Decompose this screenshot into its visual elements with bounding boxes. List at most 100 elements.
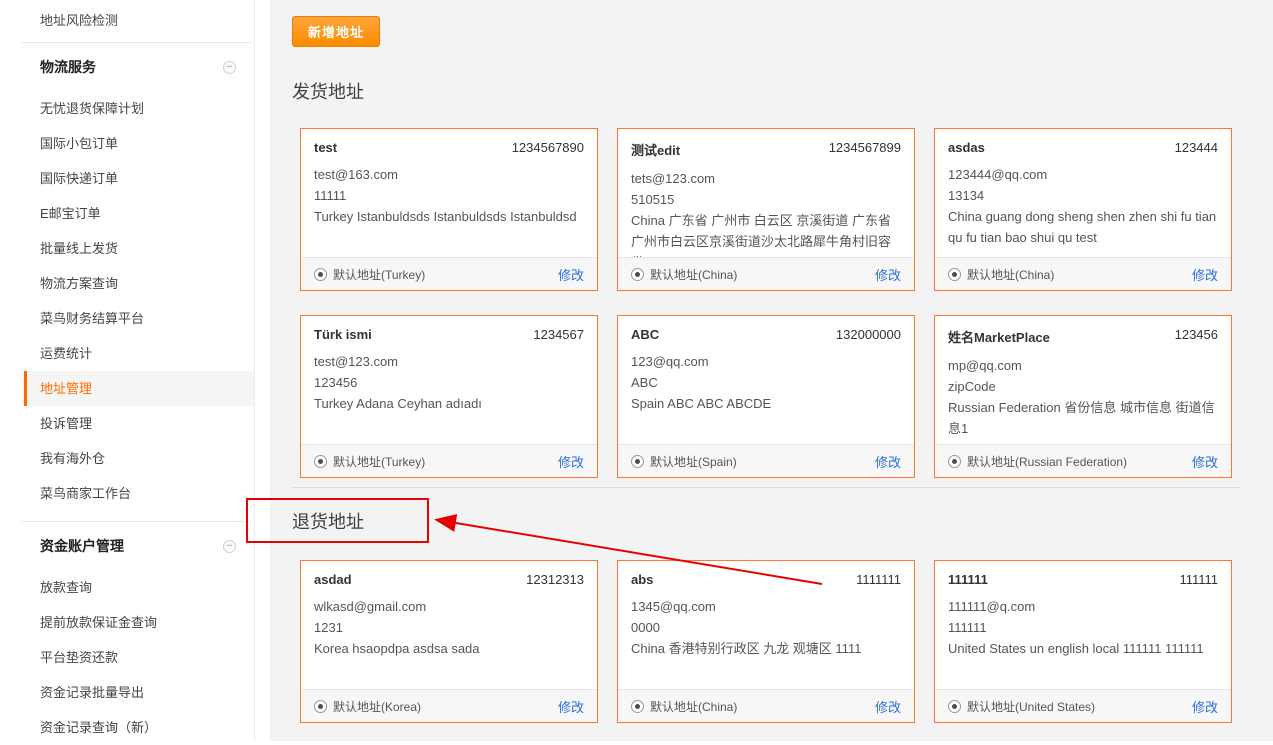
sidebar-section-logistics[interactable]: 物流服务 − bbox=[22, 43, 254, 91]
default-address-label: 默认地址(China) bbox=[650, 699, 738, 714]
address-name: 测试edit bbox=[631, 143, 681, 158]
shipping-address-title: 发货地址 bbox=[292, 82, 364, 102]
sidebar-item-overseas-warehouse[interactable]: 我有海外仓 bbox=[22, 441, 254, 476]
sidebar-item-cainiao-workbench[interactable]: 菜鸟商家工作台 bbox=[22, 476, 254, 511]
address-text: Turkey Istanbuldsds Istanbuldsds Istanbu… bbox=[314, 209, 577, 224]
default-address-label: 默认地址(China) bbox=[967, 267, 1055, 282]
default-address-label: 默认地址(Spain) bbox=[650, 454, 737, 469]
sidebar-item-loan-query[interactable]: 放款查询 bbox=[22, 570, 254, 605]
address-phone: 1234567899 bbox=[828, 140, 901, 155]
modify-link[interactable]: 修改 bbox=[558, 697, 584, 716]
address-text: Turkey Adana Ceyhan adıadı bbox=[314, 396, 482, 411]
address-zip: 1231 bbox=[314, 620, 343, 635]
radio-dot bbox=[318, 458, 323, 464]
default-address-radio[interactable] bbox=[631, 699, 644, 713]
sidebar-item-address-management[interactable]: 地址管理 bbox=[22, 371, 254, 406]
default-address-radio[interactable] bbox=[314, 267, 327, 281]
sidebar-item-platform-repayment[interactable]: 平台垫资还款 bbox=[22, 640, 254, 675]
address-zip: 123456 bbox=[314, 375, 358, 390]
sidebar-item-advance-deposit-query[interactable]: 提前放款保证金查询 bbox=[22, 605, 254, 640]
address-card: 111111 111111 111111@q.com 111111 United… bbox=[934, 560, 1232, 723]
return-address-grid: asdad 12312313 wlkasd@gmail.com 1231 Kor… bbox=[300, 560, 1232, 723]
address-zip: 13134 bbox=[948, 188, 985, 203]
address-card: 测试edit 1234567899 tets@123.com 510515 Ch… bbox=[617, 128, 915, 291]
address-text: China 香港特别行政区 九龙 观塘区 1111 bbox=[631, 641, 862, 656]
default-address-radio[interactable] bbox=[631, 267, 644, 281]
address-card-footer: 默认地址(Turkey) 修改 bbox=[301, 257, 597, 290]
address-card: asdas 123444 123444@qq.com 13134 China g… bbox=[934, 128, 1232, 291]
modify-link[interactable]: 修改 bbox=[1192, 452, 1218, 471]
address-card-footer: 默认地址(Turkey) 修改 bbox=[301, 444, 597, 477]
modify-link[interactable]: 修改 bbox=[558, 452, 584, 471]
address-card-footer: 默认地址(Russian Federation) 修改 bbox=[935, 444, 1231, 477]
address-card-body: test@163.com 11111 Turkey Istanbuldsds I… bbox=[301, 164, 597, 257]
default-address-radio[interactable] bbox=[631, 454, 644, 468]
address-name: asdas bbox=[948, 140, 985, 155]
sidebar: 地址风险检测 物流服务 − 无忧退货保障计划 国际小包订单 国际快递订单 E邮宝… bbox=[0, 0, 255, 741]
address-card-body: 1345@qq.com 0000 China 香港特别行政区 九龙 观塘区 11… bbox=[618, 596, 914, 689]
address-card-footer: 默认地址(China) 修改 bbox=[618, 689, 914, 722]
address-zip: zipCode bbox=[948, 379, 996, 394]
sidebar-item-intl-small-parcel[interactable]: 国际小包订单 bbox=[22, 126, 254, 161]
address-email: 1345@qq.com bbox=[631, 599, 716, 614]
default-address-label: 默认地址(China) bbox=[650, 267, 738, 282]
address-name: abs bbox=[631, 572, 654, 587]
address-phone: 123456 bbox=[1174, 327, 1218, 342]
address-card-footer: 默认地址(United States) 修改 bbox=[935, 689, 1231, 722]
default-address-label: 默认地址(United States) bbox=[967, 699, 1096, 714]
modify-link[interactable]: 修改 bbox=[1192, 265, 1218, 284]
default-address-radio[interactable] bbox=[948, 454, 961, 468]
sidebar-item-worry-free-return[interactable]: 无忧退货保障计划 bbox=[22, 91, 254, 126]
sidebar-item-intl-express[interactable]: 国际快递订单 bbox=[22, 161, 254, 196]
default-address-radio[interactable] bbox=[948, 699, 961, 713]
default-address-radio[interactable] bbox=[314, 454, 327, 468]
sidebar-item-complaint-management[interactable]: 投诉管理 bbox=[22, 406, 254, 441]
address-phone: 1111111 bbox=[856, 572, 901, 587]
default-address-label: 默认地址(Korea) bbox=[333, 699, 422, 714]
modify-link[interactable]: 修改 bbox=[1192, 697, 1218, 716]
modify-link[interactable]: 修改 bbox=[558, 265, 584, 284]
sidebar-section-logistics-title: 物流服务 bbox=[40, 59, 96, 75]
sidebar-item-cainiao-finance[interactable]: 菜鸟财务结算平台 bbox=[22, 301, 254, 336]
collapse-icon[interactable]: − bbox=[223, 61, 236, 74]
main-content: 新增地址 发货地址 test 1234567890 test@163.com 1… bbox=[270, 0, 1273, 741]
modify-link[interactable]: 修改 bbox=[875, 452, 901, 471]
address-text: United States un english local 111111 11… bbox=[948, 641, 1204, 656]
address-email: tets@123.com bbox=[631, 171, 716, 186]
address-email: 123444@qq.com bbox=[948, 167, 1048, 182]
address-text: Russian Federation 省份信息 城市信息 街道信息1 bbox=[948, 400, 1215, 436]
radio-dot bbox=[952, 458, 957, 464]
radio-dot bbox=[952, 703, 957, 709]
sidebar-section-funds[interactable]: 资金账户管理 − bbox=[22, 522, 254, 570]
modify-link[interactable]: 修改 bbox=[875, 697, 901, 716]
address-phone: 1234567890 bbox=[511, 140, 584, 155]
address-phone: 132000000 bbox=[835, 327, 901, 342]
radio-dot bbox=[635, 271, 640, 277]
sidebar-item-epacket[interactable]: E邮宝订单 bbox=[22, 196, 254, 231]
add-address-button[interactable]: 新增地址 bbox=[292, 16, 381, 47]
sidebar-item-freight-stats[interactable]: 运费统计 bbox=[22, 336, 254, 371]
address-name: 111111 bbox=[948, 572, 988, 587]
default-address-radio[interactable] bbox=[948, 267, 961, 281]
sidebar-item-batch-shipping[interactable]: 批量线上发货 bbox=[22, 231, 254, 266]
address-card-header: 测试edit 1234567899 bbox=[618, 129, 914, 168]
address-card: test 1234567890 test@163.com 11111 Turke… bbox=[300, 128, 598, 291]
sidebar-item-logistics-plan[interactable]: 物流方案查询 bbox=[22, 266, 254, 301]
address-card-footer: 默认地址(Spain) 修改 bbox=[618, 444, 914, 477]
address-phone: 1234567 bbox=[533, 327, 584, 342]
address-zip: 0000 bbox=[631, 620, 660, 635]
address-name: test bbox=[314, 140, 338, 155]
modify-link[interactable]: 修改 bbox=[875, 265, 901, 284]
sidebar-item-funds-record-query-new[interactable]: 资金记录查询（新） bbox=[22, 710, 254, 745]
sidebar-item-address-risk-check[interactable]: 地址风险检测 bbox=[22, 0, 254, 42]
address-card: Türk ismi 1234567 test@123.com 123456 Tu… bbox=[300, 315, 598, 478]
default-address-radio[interactable] bbox=[314, 699, 327, 713]
address-card: ABC 132000000 123@qq.com ABC Spain ABC A… bbox=[617, 315, 915, 478]
sidebar-item-funds-batch-export[interactable]: 资金记录批量导出 bbox=[22, 675, 254, 710]
collapse-icon[interactable]: − bbox=[223, 540, 236, 553]
address-card-body: 123444@qq.com 13134 China guang dong she… bbox=[935, 164, 1231, 257]
address-card: abs 1111111 1345@qq.com 0000 China 香港特别行… bbox=[617, 560, 915, 723]
address-card-header: asdad 12312313 bbox=[301, 561, 597, 596]
address-card-header: asdas 123444 bbox=[935, 129, 1231, 164]
address-card-body: mp@qq.com zipCode Russian Federation 省份信… bbox=[935, 355, 1231, 444]
